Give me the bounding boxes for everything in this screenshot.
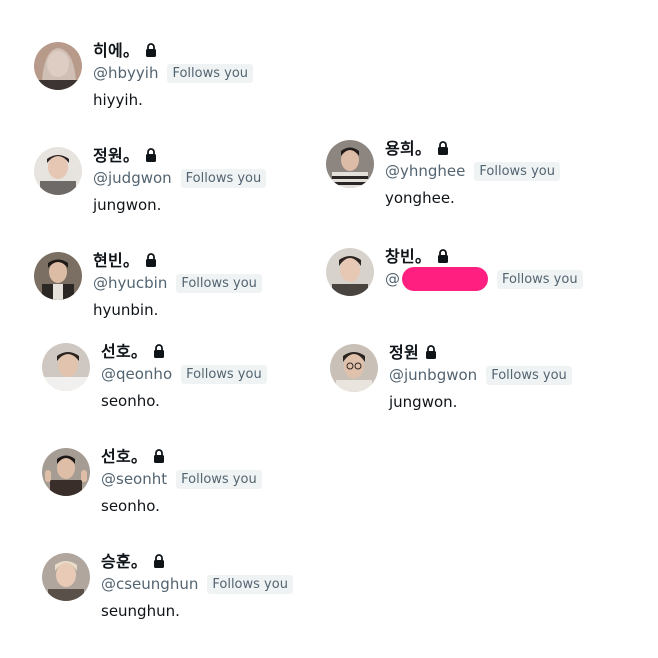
redaction-mark (402, 267, 488, 291)
bio: yonghee. (385, 189, 455, 207)
avatar[interactable] (326, 140, 374, 188)
display-name[interactable]: 선호。 (101, 443, 147, 467)
follows-you-badge: Follows you (167, 63, 254, 83)
avatar[interactable] (42, 343, 90, 391)
handle: @hbyyih (93, 64, 159, 82)
lock-icon (153, 343, 165, 358)
bio: jungwon. (389, 393, 458, 411)
avatar[interactable] (34, 147, 82, 195)
display-name[interactable]: 정원 (389, 339, 419, 363)
display-name[interactable]: 선호。 (101, 338, 147, 362)
lock-icon (437, 248, 449, 263)
avatar[interactable] (330, 344, 378, 392)
display-name[interactable]: 용희。 (385, 135, 431, 159)
lock-icon (145, 147, 157, 162)
display-name[interactable]: 창빈。 (385, 243, 431, 267)
lock-icon (437, 140, 449, 155)
follows-you-badge: Follows you (497, 269, 583, 289)
follows-you-badge: Follows you (181, 364, 267, 384)
lock-icon (425, 344, 437, 359)
handle: @junbgwon (389, 366, 478, 384)
handle: @qeonho (101, 365, 173, 383)
bio: hiyyih. (93, 91, 143, 109)
handle: @cseunghun (101, 575, 199, 593)
avatar[interactable] (42, 553, 90, 601)
lock-icon (153, 553, 165, 568)
lock-icon (145, 252, 157, 267)
follows-you-badge: Follows you (474, 161, 560, 181)
avatar[interactable] (326, 248, 374, 296)
handle: @judgwon (93, 169, 172, 187)
lock-icon (145, 42, 157, 57)
handle: @seonht (101, 470, 168, 488)
handle: @yhnghee (385, 162, 466, 180)
follows-you-badge: Follows you (176, 469, 262, 489)
display-name[interactable]: 히에。 (93, 37, 139, 61)
handle: @ (385, 270, 400, 288)
avatar[interactable] (34, 252, 82, 300)
bio: jungwon. (93, 196, 162, 214)
display-name[interactable]: 승훈。 (101, 548, 147, 572)
handle: @hyucbin (93, 274, 168, 292)
bio: seonho. (101, 392, 160, 410)
display-name[interactable]: 정원。 (93, 142, 139, 166)
follows-you-badge: Follows you (486, 365, 572, 385)
follows-you-badge: Follows you (176, 273, 262, 293)
follows-you-badge: Follows you (180, 168, 267, 188)
display-name[interactable]: 현빈。 (93, 247, 139, 271)
lock-icon (153, 448, 165, 463)
follows-you-badge: Follows you (207, 574, 293, 594)
bio: hyunbin. (93, 301, 159, 319)
bio: seunghun. (101, 602, 180, 620)
avatar[interactable] (42, 448, 90, 496)
bio: seonho. (101, 497, 160, 515)
avatar[interactable] (34, 42, 82, 90)
